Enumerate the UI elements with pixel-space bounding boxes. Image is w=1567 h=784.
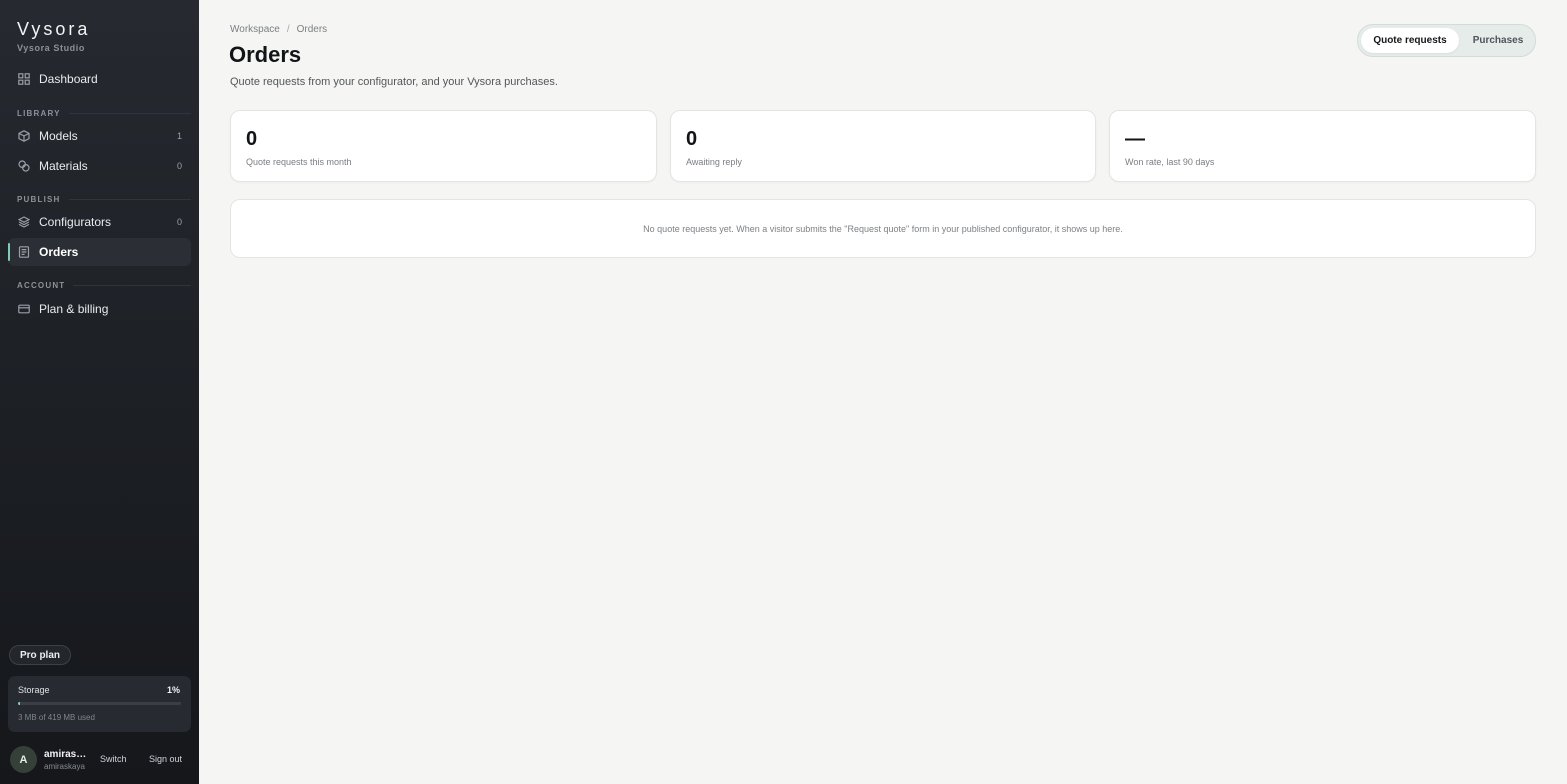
- sign-out-button[interactable]: Sign out: [149, 754, 182, 764]
- workspace-name: Vysora Studio: [17, 43, 85, 53]
- sidebar-item-label: Orders: [39, 245, 79, 259]
- cube-icon: [18, 130, 30, 142]
- sidebar-item-orders[interactable]: Orders: [8, 238, 191, 266]
- stat-card-won-rate: — Won rate, last 90 days: [1109, 110, 1536, 182]
- plan-badge[interactable]: Pro plan: [9, 645, 72, 665]
- section-library: LIBRARY: [17, 109, 191, 118]
- section-label: ACCOUNT: [17, 281, 66, 290]
- stat-caption: Quote requests this month: [246, 157, 352, 167]
- sidebar-item-label: Models: [39, 129, 78, 143]
- page-subtitle: Quote requests from your configurator, a…: [230, 76, 558, 88]
- swatches-icon: [18, 160, 30, 172]
- sidebar-item-models[interactable]: Models 1: [8, 122, 191, 150]
- storage-label: Storage: [18, 685, 50, 695]
- sidebar-item-configurators[interactable]: Configurators 0: [8, 208, 191, 236]
- breadcrumb-workspace[interactable]: Workspace: [230, 24, 280, 35]
- sidebar-item-dashboard[interactable]: Dashboard: [8, 65, 191, 93]
- stat-card-awaiting-reply: 0 Awaiting reply: [670, 110, 1096, 182]
- user-name: amiraskaya: [44, 749, 88, 760]
- sidebar-item-materials[interactable]: Materials 0: [8, 152, 191, 180]
- brand-logo[interactable]: Vysora: [17, 19, 90, 40]
- sidebar-item-label: Plan & billing: [39, 302, 109, 316]
- avatar[interactable]: A: [10, 746, 37, 773]
- tab-purchases[interactable]: Purchases: [1463, 28, 1533, 53]
- sidebar-item-count: 1: [176, 131, 182, 141]
- stat-value: 0: [246, 128, 258, 150]
- empty-state-message: No quote requests yet. When a visitor su…: [643, 223, 1123, 234]
- stat-card-quote-requests: 0 Quote requests this month: [230, 110, 657, 182]
- sidebar-item-count: 0: [176, 161, 182, 171]
- stat-value: 0: [686, 128, 698, 150]
- section-publish: PUBLISH: [17, 195, 191, 204]
- sidebar-item-count: 0: [176, 217, 182, 227]
- storage-percent: 1%: [166, 685, 180, 695]
- stat-caption: Won rate, last 90 days: [1125, 157, 1215, 167]
- receipt-icon: [18, 246, 30, 258]
- orders-view-toggle: Quote requests Purchases: [1357, 24, 1536, 57]
- sidebar: Vysora Vysora Studio Dashboard LIBRARY M…: [0, 0, 199, 784]
- switch-account-button[interactable]: Switch: [100, 754, 127, 764]
- stat-caption: Awaiting reply: [686, 157, 742, 167]
- grid-icon: [18, 73, 30, 85]
- sidebar-item-label: Materials: [39, 159, 88, 173]
- storage-meter: Storage 1% 3 MB of 419 MB used: [8, 676, 191, 732]
- section-account: ACCOUNT: [17, 281, 191, 290]
- user-account: A amiraskaya amiraskaya Switch Sign out: [10, 745, 191, 773]
- storage-progress-fill: [18, 702, 21, 705]
- stat-value: —: [1125, 128, 1145, 150]
- tab-quote-requests[interactable]: Quote requests: [1361, 28, 1459, 53]
- page-title: Orders: [229, 42, 302, 67]
- storage-progress-bar: [18, 702, 181, 705]
- breadcrumb: Workspace / Orders: [230, 24, 327, 35]
- breadcrumb-current: Orders: [296, 24, 328, 35]
- user-email: amiraskaya: [44, 762, 85, 771]
- sidebar-item-plan-billing[interactable]: Plan & billing: [8, 295, 191, 323]
- sidebar-item-label: Configurators: [39, 215, 112, 229]
- storage-used-text: 3 MB of 419 MB used: [18, 713, 95, 722]
- layers-icon: [18, 216, 30, 228]
- card-icon: [18, 303, 30, 315]
- section-label: PUBLISH: [17, 195, 61, 204]
- breadcrumb-separator: /: [286, 24, 290, 35]
- section-label: LIBRARY: [17, 109, 61, 118]
- sidebar-item-label: Dashboard: [39, 72, 98, 86]
- empty-state: No quote requests yet. When a visitor su…: [230, 199, 1536, 258]
